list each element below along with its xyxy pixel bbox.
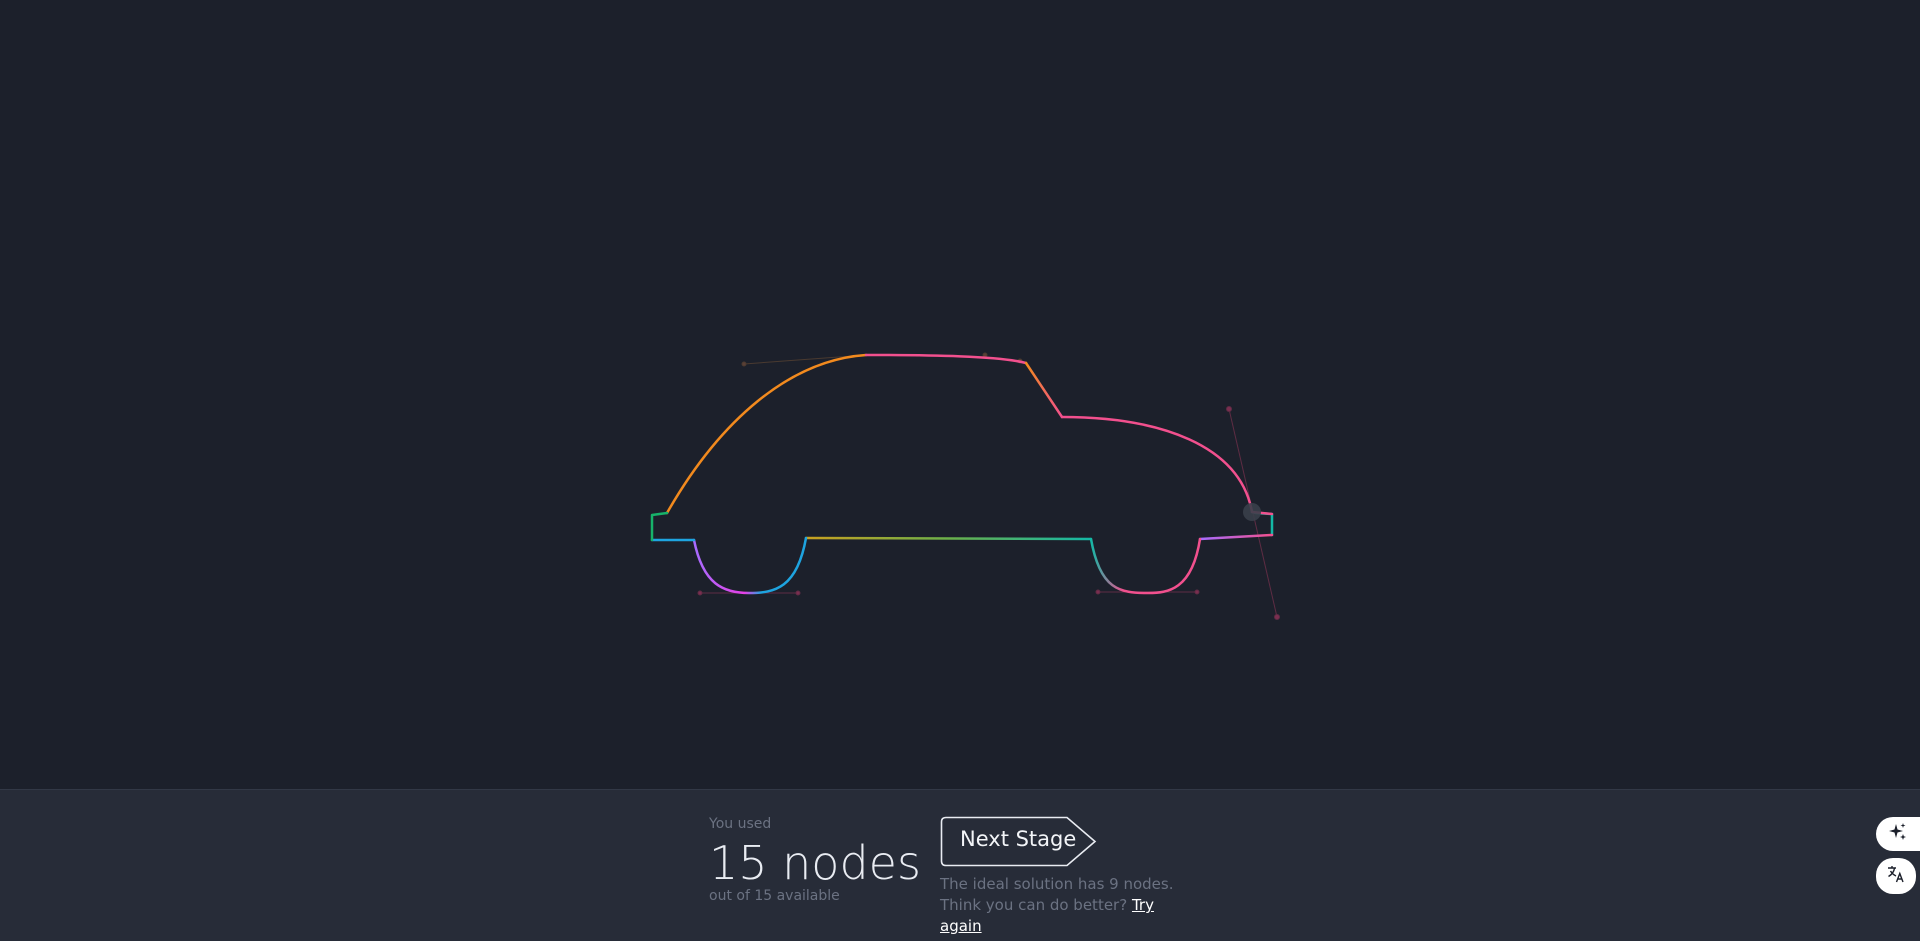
control-handles-pink (697, 406, 1280, 620)
car-hood-segment (665, 353, 868, 515)
car-left-wheel-arch (692, 536, 808, 595)
sparkle-icon (1888, 822, 1908, 847)
next-stage-button[interactable]: Next Stage (940, 816, 1097, 867)
car-underbody-segment (804, 536, 1093, 541)
car-outline-drawing[interactable] (0, 0, 1920, 789)
car-trunk-segment (1060, 415, 1254, 514)
ideal-solution-hint: The ideal solution has 9 nodes. Think yo… (940, 874, 1200, 937)
sparkle-button[interactable] (1876, 817, 1920, 851)
car-roof-segment (864, 353, 1028, 365)
car-rear-low-segment (1198, 533, 1274, 541)
next-stage-label: Next Stage (960, 827, 1077, 851)
nodes-available-text: out of 15 available (709, 888, 840, 904)
car-front-bumper-segment (650, 511, 669, 542)
used-label: You used (709, 816, 772, 832)
drawing-canvas[interactable] (0, 0, 1920, 789)
selected-node-marker[interactable] (1243, 503, 1261, 521)
car-rear-window-segment (1024, 361, 1064, 419)
translate-button[interactable] (1876, 858, 1916, 894)
car-right-wheel-arch (1089, 537, 1202, 595)
node-usage-stats: You used 15 nodes out of 15 available (709, 816, 921, 904)
nodes-used-count: 15 nodes (709, 836, 921, 890)
bottom-bar: You used 15 nodes out of 15 available Ne… (0, 789, 1920, 941)
translate-icon (1886, 864, 1906, 889)
